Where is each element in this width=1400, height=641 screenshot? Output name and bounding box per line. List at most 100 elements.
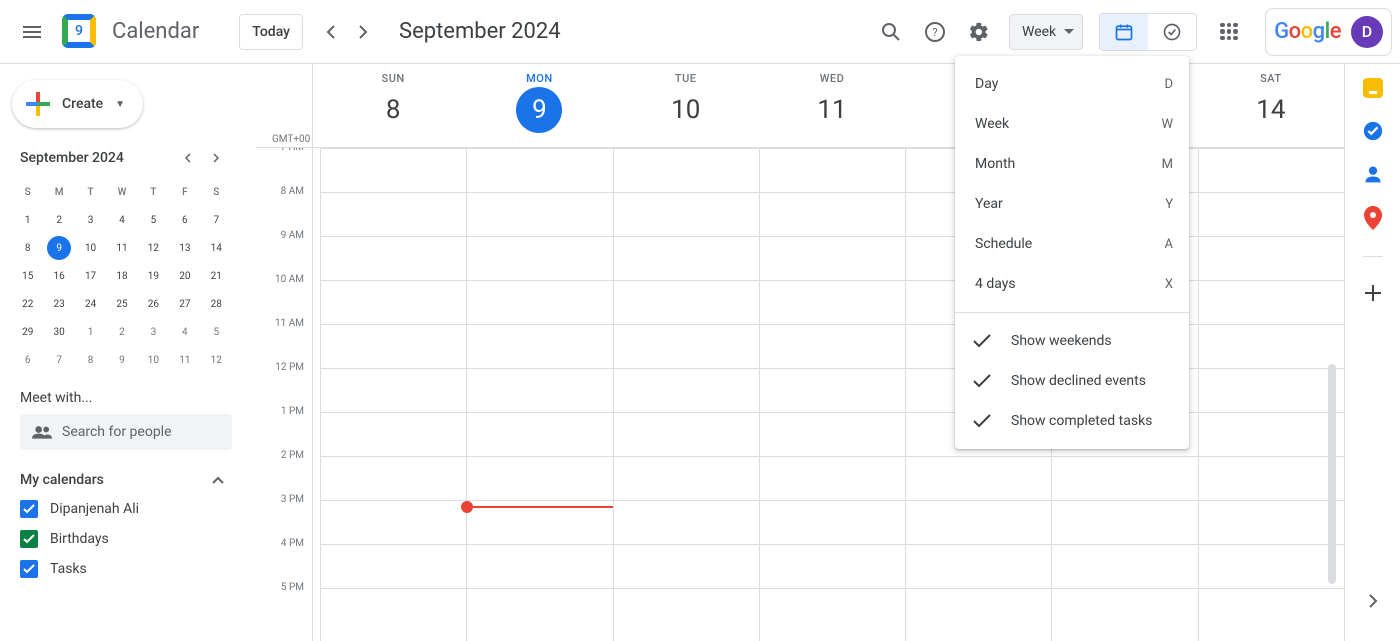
day-column[interactable] xyxy=(613,148,759,641)
mini-day[interactable]: 25 xyxy=(106,290,137,318)
tasks-button[interactable] xyxy=(1362,120,1384,142)
view-option[interactable]: YearY xyxy=(955,184,1189,224)
view-option[interactable]: MonthM xyxy=(955,144,1189,184)
mini-day[interactable]: 18 xyxy=(106,262,137,290)
scrollbar[interactable] xyxy=(1328,364,1336,584)
mini-day[interactable]: 20 xyxy=(169,262,200,290)
mini-day[interactable]: 4 xyxy=(106,206,137,234)
main-menu-button[interactable] xyxy=(8,8,56,56)
calendar-item[interactable]: Dipanjenah Ali xyxy=(20,494,224,524)
support-button[interactable]: ? xyxy=(915,12,955,52)
view-selector-button[interactable]: Week xyxy=(1009,14,1083,50)
mini-day[interactable]: 7 xyxy=(201,206,232,234)
day-header[interactable]: SUN8 xyxy=(320,64,466,147)
checkbox-icon xyxy=(20,560,38,578)
mini-calendar-title[interactable]: September 2024 xyxy=(20,150,124,166)
mini-day[interactable]: 9 xyxy=(106,346,137,374)
mini-day[interactable]: 17 xyxy=(75,262,106,290)
mini-day[interactable]: 19 xyxy=(138,262,169,290)
mini-day[interactable]: 9 xyxy=(43,234,74,262)
keep-button[interactable] xyxy=(1363,78,1383,98)
mini-day[interactable]: 11 xyxy=(106,234,137,262)
mini-day[interactable]: 21 xyxy=(201,262,232,290)
mini-day[interactable]: 1 xyxy=(75,318,106,346)
day-header[interactable]: SAT14 xyxy=(1198,64,1344,147)
day-column[interactable] xyxy=(466,148,612,641)
mini-day[interactable]: 2 xyxy=(106,318,137,346)
people-icon xyxy=(32,425,52,439)
mini-day[interactable]: 4 xyxy=(169,318,200,346)
mini-day[interactable]: 26 xyxy=(138,290,169,318)
mini-next-button[interactable] xyxy=(204,146,228,170)
day-header[interactable]: WED11 xyxy=(759,64,905,147)
mini-prev-button[interactable] xyxy=(176,146,200,170)
mini-day[interactable]: 7 xyxy=(43,346,74,374)
mini-day[interactable]: 12 xyxy=(138,234,169,262)
mini-day[interactable]: 6 xyxy=(12,346,43,374)
mini-day[interactable]: 28 xyxy=(201,290,232,318)
mini-day[interactable]: 3 xyxy=(75,206,106,234)
mini-day[interactable]: 29 xyxy=(12,318,43,346)
mini-day[interactable]: 10 xyxy=(75,234,106,262)
mini-day[interactable]: 14 xyxy=(201,234,232,262)
chevron-up-icon xyxy=(212,476,224,484)
mini-day[interactable]: 24 xyxy=(75,290,106,318)
tasks-mode-button[interactable] xyxy=(1148,14,1196,50)
mini-day[interactable]: 27 xyxy=(169,290,200,318)
toggle-option[interactable]: Show completed tasks xyxy=(955,401,1189,441)
hour-label: 5 PM xyxy=(256,582,312,626)
mini-day[interactable]: 12 xyxy=(201,346,232,374)
account-avatar[interactable]: D xyxy=(1351,16,1383,48)
mini-day[interactable]: 23 xyxy=(43,290,74,318)
get-addons-button[interactable] xyxy=(1363,283,1383,303)
today-button[interactable]: Today xyxy=(239,14,303,50)
mini-day[interactable]: 11 xyxy=(169,346,200,374)
mini-day[interactable]: 30 xyxy=(43,318,74,346)
next-period-button[interactable] xyxy=(347,16,379,48)
mini-day[interactable]: 15 xyxy=(12,262,43,290)
mini-day[interactable]: 5 xyxy=(201,318,232,346)
calendar-item[interactable]: Tasks xyxy=(20,554,224,584)
day-column[interactable] xyxy=(320,148,466,641)
mini-day[interactable]: 2 xyxy=(43,206,74,234)
google-apps-button[interactable] xyxy=(1209,12,1249,52)
contacts-button[interactable] xyxy=(1363,164,1383,184)
mini-day[interactable]: 8 xyxy=(12,234,43,262)
maps-button[interactable] xyxy=(1364,206,1382,230)
view-option[interactable]: DayD xyxy=(955,64,1189,104)
mini-day[interactable]: 8 xyxy=(75,346,106,374)
day-of-week-label: TUE xyxy=(613,72,759,85)
people-search-input[interactable]: Search for people xyxy=(20,414,232,450)
mini-day[interactable]: 13 xyxy=(169,234,200,262)
toggle-option[interactable]: Show weekends xyxy=(955,321,1189,361)
my-calendars-header[interactable]: My calendars xyxy=(8,450,236,494)
mini-day[interactable]: 16 xyxy=(43,262,74,290)
hour-label: 9 AM xyxy=(256,230,312,274)
day-header[interactable]: TUE10 xyxy=(613,64,759,147)
day-number: 11 xyxy=(809,87,855,133)
calendar-mode-button[interactable] xyxy=(1100,14,1148,50)
view-option[interactable]: ScheduleA xyxy=(955,224,1189,264)
contacts-icon xyxy=(1363,164,1383,184)
prev-period-button[interactable] xyxy=(315,16,347,48)
create-button[interactable]: Create ▼ xyxy=(12,80,143,128)
day-header[interactable]: MON9 xyxy=(466,64,612,147)
calendar-item[interactable]: Birthdays xyxy=(20,524,224,554)
mini-day[interactable]: 1 xyxy=(12,206,43,234)
mini-day[interactable]: 5 xyxy=(138,206,169,234)
day-column[interactable] xyxy=(1198,148,1344,641)
view-option[interactable]: WeekW xyxy=(955,104,1189,144)
mini-day[interactable]: 3 xyxy=(138,318,169,346)
settings-button[interactable] xyxy=(959,12,999,52)
mini-day[interactable]: 10 xyxy=(138,346,169,374)
view-option[interactable]: 4 daysX xyxy=(955,264,1189,304)
mini-calendar-grid: SMTWTFS123456789101112131415161718192021… xyxy=(8,178,236,374)
day-column[interactable] xyxy=(759,148,905,641)
mini-day[interactable]: 22 xyxy=(12,290,43,318)
toggle-option[interactable]: Show declined events xyxy=(955,361,1189,401)
date-range-title[interactable]: September 2024 xyxy=(399,19,561,44)
search-button[interactable] xyxy=(871,12,911,52)
app-header: 9 Calendar Today September 2024 ? Week G… xyxy=(0,0,1400,64)
hide-panel-button[interactable] xyxy=(1353,581,1393,621)
mini-day[interactable]: 6 xyxy=(169,206,200,234)
